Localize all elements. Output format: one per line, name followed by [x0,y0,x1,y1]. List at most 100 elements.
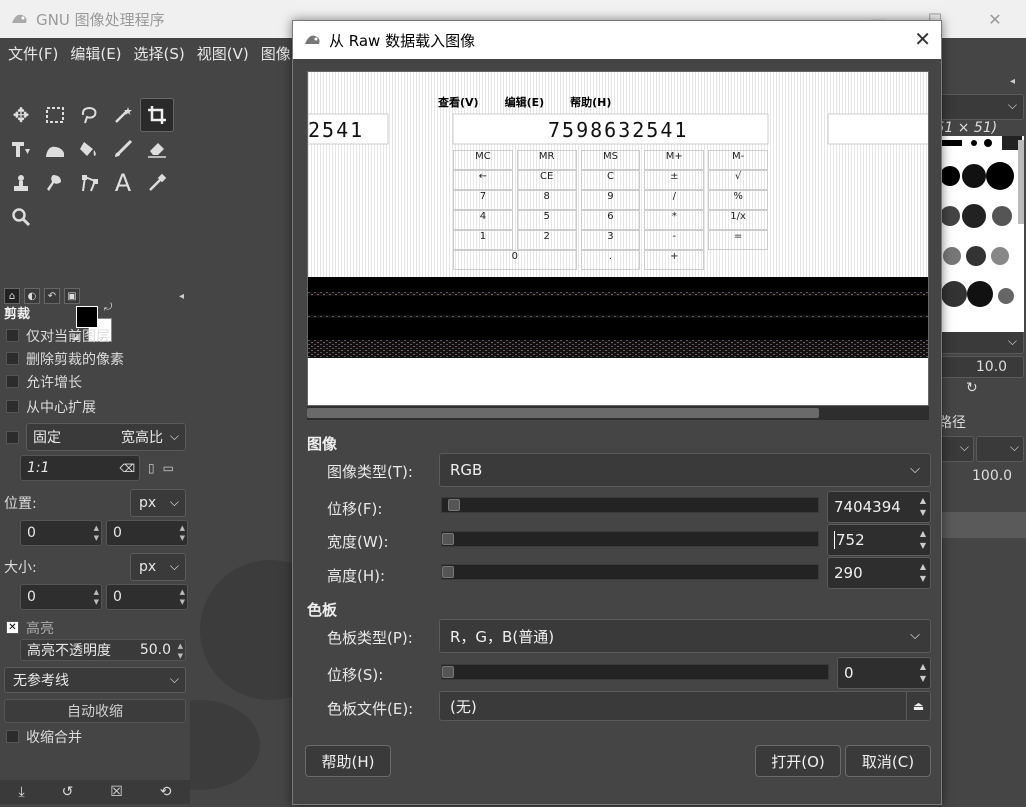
cancel-button[interactable]: 取消(C) [845,745,931,777]
offset-input[interactable]: 7404394 ▲ ▼ [827,491,931,523]
fuzzy-select-tool-icon[interactable] [106,98,140,132]
paintbrush-tool-icon[interactable] [106,132,140,166]
spin-arrows-icon[interactable]: ▲ ▼ [178,641,183,661]
menu-view[interactable]: 视图(V) [189,43,253,64]
tool-options-tab-icon[interactable]: ⌂ [4,288,20,304]
restore-options-icon[interactable]: ↺ [62,784,74,800]
landscape-icon[interactable]: ▭ [163,461,174,475]
close-button[interactable]: ✕ [972,0,1018,38]
brush-combo[interactable]: ⌵ [930,94,1024,120]
expand-from-center-checkbox[interactable]: 从中心扩展 [2,395,188,418]
height-slider[interactable] [441,564,819,580]
spin-arrows-icon[interactable]: ▲ ▼ [180,587,185,607]
clear-icon[interactable]: ⌫ [119,462,135,475]
position-unit-combo[interactable]: px ⌵ [130,489,186,517]
dock-configure-icon[interactable]: ◂ [1010,76,1015,87]
warp-tool-icon[interactable] [38,132,72,166]
crop-tool-icon[interactable] [140,98,174,132]
clone-tool-icon[interactable] [4,166,38,200]
portrait-icon[interactable]: ▯ [148,461,155,475]
slider-knob[interactable] [448,499,460,511]
fixed-checkbox[interactable] [6,430,19,444]
spin-arrows-icon[interactable]: ▲ ▼ [94,523,99,543]
foreground-color[interactable] [76,306,98,328]
menu-select[interactable]: 选择(S) [126,43,189,64]
spin-arrows-icon[interactable]: ▲ ▼ [920,528,926,552]
slider-knob[interactable] [442,533,454,545]
image-type-combo[interactable]: RGB ⌵ [439,453,931,487]
highlight-opacity-slider[interactable]: 高亮不透明度 50.0 ▲ ▼ [20,639,186,661]
spin-arrows-icon[interactable]: ▲ ▼ [920,495,926,519]
composite-combo[interactable]: ⌵ [976,436,1024,462]
brush-grid[interactable] [940,136,1024,332]
paths-tool-icon[interactable] [72,166,106,200]
spin-arrows-icon[interactable]: ▲ ▼ [180,523,185,543]
checkbox-box[interactable] [6,375,19,388]
height-input[interactable]: 290 ▲ ▼ [827,557,931,589]
width-input[interactable]: 752 ▲ ▼ [827,524,931,556]
device-status-tab-icon[interactable]: ◐ [24,288,40,304]
ratio-input[interactable]: 1:1 ⌫ [20,455,140,481]
palette-offset-input[interactable]: 0 ▲ ▼ [837,657,931,689]
size-h-input[interactable]: 0 ▲ ▼ [106,584,188,610]
size-unit-combo[interactable]: px ⌵ [130,553,186,581]
preview-horizontal-scrollbar[interactable] [307,406,929,420]
checkbox-box[interactable] [6,730,19,743]
chevron-down-icon: ⌵ [169,672,179,686]
slider-knob[interactable] [442,566,454,578]
smudge-tool-icon[interactable] [38,166,72,200]
bucket-fill-tool-icon[interactable] [72,132,106,166]
shrink-merged-checkbox[interactable]: 收缩合并 [2,725,188,748]
eraser-tool-icon[interactable] [140,132,174,166]
auto-shrink-button[interactable]: 自动收缩 [4,699,186,723]
checkbox-box[interactable] [6,329,19,342]
paths-tab[interactable]: 路径 [938,412,966,432]
open-button[interactable]: 打开(O) [755,745,841,777]
slider-knob[interactable] [442,666,454,678]
undo-history-tab-icon[interactable]: ↶ [44,288,60,304]
palette-file-chooser[interactable]: (无) ⏏ [439,691,931,721]
fixed-mode-combo[interactable]: 固定 宽高比 ⌵ [26,423,186,451]
menu-edit[interactable]: 编辑(E) [62,43,125,64]
brush-preset-combo[interactable]: ⌵ [930,330,1024,354]
chevron-down-icon: ⌵ [1007,334,1017,348]
layer-row[interactable] [930,512,1026,538]
checkbox-box[interactable] [6,352,19,365]
guides-combo[interactable]: 无参考线 ⌵ [4,667,186,693]
zoom-tool-icon[interactable] [4,200,38,234]
spin-arrows-icon[interactable]: ▲ ▼ [920,661,926,685]
checkbox-checked-icon[interactable]: ✕ [6,621,19,634]
spacing-field[interactable]: 10.0 [930,356,1024,378]
close-icon[interactable]: ✕ [914,27,931,51]
delete-options-icon[interactable]: ☒ [110,784,123,800]
rect-select-tool-icon[interactable] [38,98,72,132]
palette-type-combo[interactable]: R，G，B(普通) ⌵ [439,619,931,653]
scrollbar-thumb[interactable] [307,408,819,418]
menu-file[interactable]: 文件(F) [0,43,62,64]
highlight-checkbox[interactable]: ✕ 高亮 [2,616,188,639]
delete-cropped-pixels-checkbox[interactable]: 删除剪裁的像素 [2,347,188,370]
size-w-input[interactable]: 0 ▲ ▼ [20,584,102,610]
checkbox-box[interactable] [6,400,19,413]
position-y-input[interactable]: 0 ▲ ▼ [106,520,188,546]
spin-arrows-icon[interactable]: ▲ ▼ [94,587,99,607]
raw-data-dialog: 从 Raw 数据载入图像 ✕ 查看(V) 编辑(E) 帮助(H) 7598632… [292,20,942,805]
offset-slider[interactable] [441,497,819,513]
palette-offset-slider[interactable] [441,664,829,680]
save-options-icon[interactable]: ⤓ [18,784,24,800]
position-x-input[interactable]: 0 ▲ ▼ [20,520,102,546]
help-button[interactable]: 帮助(H) [305,745,391,777]
free-select-tool-icon[interactable] [72,98,106,132]
text-tool-icon[interactable]: A [106,166,140,200]
open-folder-icon[interactable]: ⏏ [906,692,930,720]
images-tab-icon[interactable]: ▣ [64,288,80,304]
width-slider[interactable] [441,531,819,547]
refresh-brushes-icon[interactable]: ↻ [966,380,978,396]
spin-arrows-icon[interactable]: ▲ ▼ [920,561,926,585]
transform-tool-icon[interactable] [4,132,38,166]
configure-tab-icon[interactable]: ◂ [179,291,184,302]
move-tool-icon[interactable]: ✥ [4,98,38,132]
color-picker-tool-icon[interactable] [140,166,174,200]
reset-options-icon[interactable]: ⟲ [160,784,172,800]
allow-growing-checkbox[interactable]: 允许增长 [2,370,188,393]
